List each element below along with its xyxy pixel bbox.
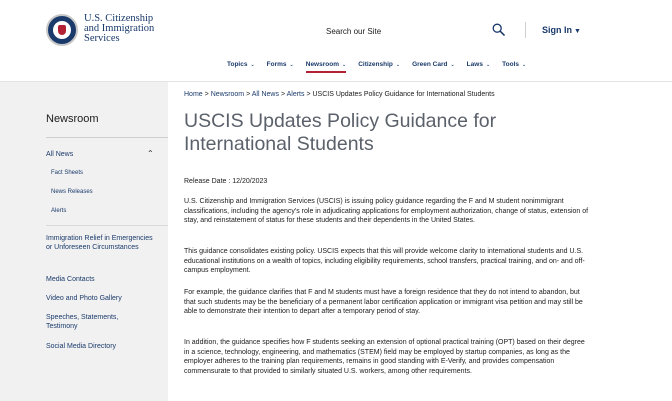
search-box [322,19,508,43]
chevron-down-icon: ⌄ [450,62,455,68]
caret-down-icon: ▼ [574,28,581,35]
nav-label: Citizenship [358,61,393,68]
dhs-seal-icon [46,14,78,46]
breadcrumb: Home > Newsroom > All News > Alerts > US… [184,91,495,98]
nav-topics[interactable]: Topics ⌄ [227,61,255,72]
uscis-logo[interactable]: U.S. Citizenship and Immigration Service… [46,13,154,46]
nav-label: Newsroom [305,61,339,68]
agency-name: U.S. Citizenship and Immigration Service… [84,13,154,44]
sign-in-button[interactable]: Sign In ▼ [542,25,581,35]
breadcrumb-newsroom[interactable]: Newsroom [211,91,244,98]
breadcrumb-separator: > [246,91,251,98]
page-title: USCIS Updates Policy Guidance for Intern… [184,110,497,155]
sidebar-item-social-media[interactable]: Social Media Directory [46,342,116,351]
article-paragraph: For example, the guidance clarifies that… [184,289,583,315]
nav-laws[interactable]: Laws ⌄ [467,61,490,72]
nav-green-card[interactable]: Green Card ⌄ [412,61,455,72]
breadcrumb-separator: > [280,91,286,98]
breadcrumb-alerts[interactable]: Alerts [287,91,305,98]
article-paragraph: In addition, the guidance specifies how … [184,339,585,375]
sidebar-item-all-news[interactable]: All News [46,150,73,159]
sidebar-item-video-gallery[interactable]: Video and Photo Gallery [46,294,122,303]
sidebar-item-news-releases[interactable]: News Releases [51,189,93,195]
article-paragraph: This guidance consolidates existing poli… [184,248,585,274]
sidebar-divider [46,225,168,226]
sidebar-nav: Newsroom All News ⌃ Fact Sheets News Rel… [0,82,168,401]
nav-citizenship[interactable]: Citizenship ⌄ [358,61,400,72]
breadcrumb-separator: > [204,91,209,98]
sidebar-item-immigration-relief[interactable]: Immigration Relief in Emergencies or Unf… [46,234,158,252]
nav-newsroom[interactable]: Newsroom ⌄ [305,61,347,73]
chevron-down-icon: ⌄ [341,62,347,68]
agency-line-3: Services [84,33,120,44]
nav-tools[interactable]: Tools ⌄ [502,61,526,72]
sidebar-item-speeches[interactable]: Speeches, Statements, Testimony [46,313,150,331]
article-paragraph: U.S. Citizenship and Immigration Service… [184,198,589,224]
search-input[interactable] [322,19,508,43]
breadcrumb-home[interactable]: Home [184,91,203,98]
chevron-down-icon: ⌄ [485,62,491,68]
sidebar-title: Newsroom [46,113,99,125]
breadcrumb-current: USCIS Updates Policy Guidance for Intern… [312,91,495,98]
sidebar-item-media-contacts[interactable]: Media Contacts [46,275,95,284]
nav-label: Topics [227,61,248,68]
sign-in-label: Sign In [542,25,572,35]
chevron-down-icon: ⌄ [289,62,294,68]
release-date: Release Date : 12/20/2023 [184,178,268,185]
nav-label: Tools [502,61,519,68]
chevron-up-icon[interactable]: ⌃ [147,149,154,158]
sidebar-item-fact-sheets[interactable]: Fact Sheets [51,170,83,176]
site-header: U.S. Citizenship and Immigration Service… [0,0,672,82]
breadcrumb-all-news[interactable]: All News [252,91,279,98]
sidebar-item-alerts[interactable]: Alerts [51,208,66,214]
header-divider [525,22,526,38]
chevron-down-icon: ⌄ [395,62,401,68]
main-nav: Topics ⌄ Forms ⌄ Newsroom ⌄ Citizenship ⌄ Gr… [227,61,526,73]
nav-forms[interactable]: Forms ⌄ [267,61,294,72]
search-icon[interactable] [492,23,505,36]
nav-label: Forms [266,61,287,68]
chevron-down-icon: ⌄ [250,62,255,68]
sidebar-divider [46,137,168,138]
nav-label: Laws [466,61,483,68]
breadcrumb-separator: > [306,91,311,98]
chevron-down-icon: ⌄ [522,62,527,68]
nav-label: Green Card [412,61,448,68]
